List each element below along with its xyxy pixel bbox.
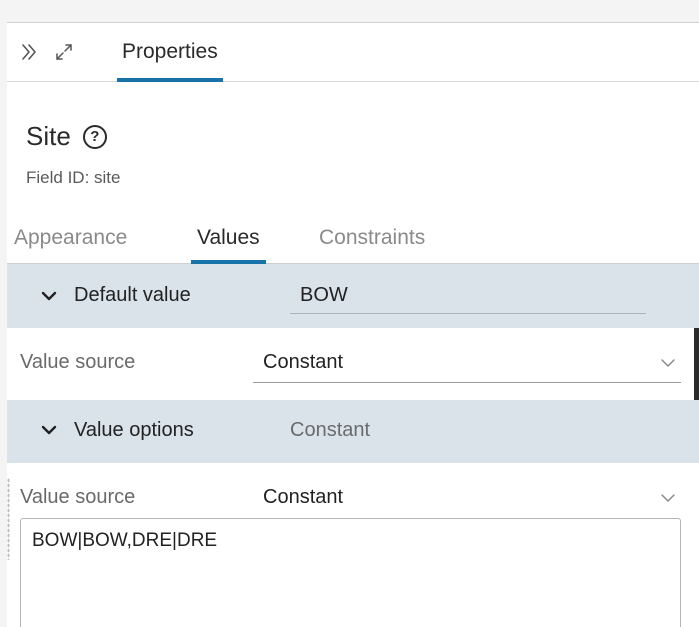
value-source-selected: Constant — [263, 351, 344, 373]
tab-properties[interactable]: Properties — [117, 23, 223, 82]
default-value-label: Default value — [74, 284, 191, 306]
tab-values-label: Values — [197, 226, 260, 249]
value-source-select[interactable]: Constant — [253, 480, 681, 518]
property-tabs: Appearance Values Constraints — [7, 213, 699, 264]
value-options-textarea[interactable]: BOW|BOW,DRE|DRE — [20, 518, 681, 627]
field-id: Field ID: site — [26, 168, 121, 187]
value-source-select[interactable]: Constant — [253, 345, 681, 383]
field-title: Site ? — [26, 121, 107, 152]
default-value-text: BOW — [300, 284, 348, 306]
tab-appearance-label: Appearance — [14, 226, 128, 249]
value-options-section: Value options Constant — [7, 400, 699, 463]
expand-arrows-icon[interactable] — [53, 41, 75, 63]
double-chevron-right-icon[interactable] — [18, 41, 40, 63]
chevron-down-icon[interactable] — [39, 420, 61, 442]
value-options-text: BOW|BOW,DRE|DRE — [32, 530, 218, 551]
tab-values[interactable]: Values — [191, 213, 266, 264]
panel-header: Properties — [7, 23, 699, 82]
chevron-down-icon — [661, 359, 675, 367]
value-source-label: Value source — [20, 486, 136, 508]
default-value-section: Default value BOW — [7, 264, 699, 328]
tab-properties-label: Properties — [122, 40, 218, 63]
value-source-label: Value source — [20, 351, 136, 373]
default-value-input[interactable]: BOW — [290, 278, 646, 314]
chevron-down-icon[interactable] — [39, 286, 61, 308]
value-source-selected: Constant — [263, 486, 344, 508]
field-title-text: Site — [26, 121, 71, 151]
tab-appearance[interactable]: Appearance — [14, 213, 127, 263]
resize-handle[interactable] — [7, 478, 10, 560]
properties-panel: Properties Site ? Field ID: site Appeara… — [7, 22, 699, 627]
value-options-summary: Constant — [290, 419, 371, 441]
tab-constraints[interactable]: Constraints — [319, 213, 425, 263]
value-options-label: Value options — [74, 419, 194, 441]
question-circle-icon[interactable]: ? — [82, 124, 107, 149]
chevron-down-icon — [661, 494, 675, 502]
tab-constraints-label: Constraints — [319, 226, 426, 249]
